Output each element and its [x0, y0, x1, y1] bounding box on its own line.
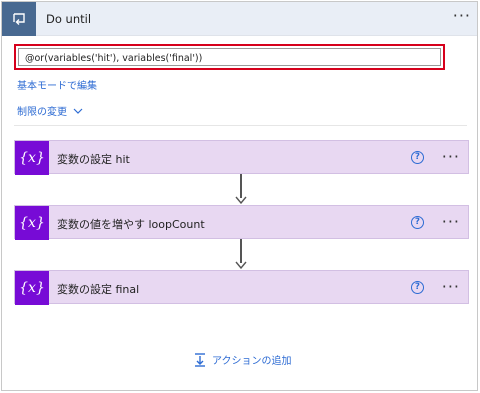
- action-set-variable-final[interactable]: {x} 変数の設定 final ? ···: [14, 270, 469, 305]
- more-options-icon[interactable]: ···: [442, 277, 460, 296]
- action-increment-variable-loopcount[interactable]: {x} 変数の値を増やす loopCount ? ···: [14, 205, 469, 240]
- help-icon[interactable]: ?: [411, 151, 424, 164]
- add-action-icon: [195, 352, 205, 367]
- edit-basic-mode-link[interactable]: 基本モードで編集: [17, 77, 97, 92]
- do-until-title: Do until: [46, 12, 92, 26]
- help-icon[interactable]: ?: [411, 281, 424, 294]
- variable-icon: {x}: [15, 141, 49, 175]
- connector-line: [240, 174, 242, 198]
- action-label: 変数の設定 hit: [57, 153, 130, 166]
- divider: [14, 125, 467, 126]
- help-icon[interactable]: ?: [411, 216, 424, 229]
- do-until-card: Do until ··· @or(variables('hit'), varia…: [1, 1, 478, 391]
- action-label: 変数の設定 final: [57, 283, 140, 296]
- arrow-down-icon: [235, 196, 247, 204]
- change-limits-link[interactable]: 制限の変更: [17, 103, 83, 118]
- connector-line: [240, 239, 242, 263]
- variable-icon: {x}: [15, 271, 49, 305]
- more-options-icon[interactable]: ···: [442, 147, 460, 166]
- condition-expression-text[interactable]: @or(variables('hit'), variables('final')…: [18, 48, 441, 66]
- condition-expression-field[interactable]: @or(variables('hit'), variables('final')…: [14, 44, 445, 70]
- add-action-label: アクションの追加: [212, 356, 292, 367]
- chevron-down-icon: [73, 108, 83, 114]
- action-set-variable-hit[interactable]: {x} 変数の設定 hit ? ···: [14, 140, 469, 175]
- change-limits-label: 制限の変更: [17, 107, 67, 118]
- arrow-down-icon: [235, 261, 247, 269]
- loop-icon: [2, 2, 36, 36]
- add-action-button[interactable]: アクションの追加: [194, 352, 292, 367]
- variable-icon: {x}: [15, 206, 49, 240]
- action-label: 変数の値を増やす loopCount: [57, 218, 205, 231]
- more-options-icon[interactable]: ···: [453, 6, 471, 25]
- more-options-icon[interactable]: ···: [442, 212, 460, 231]
- do-until-header[interactable]: Do until ···: [2, 2, 477, 36]
